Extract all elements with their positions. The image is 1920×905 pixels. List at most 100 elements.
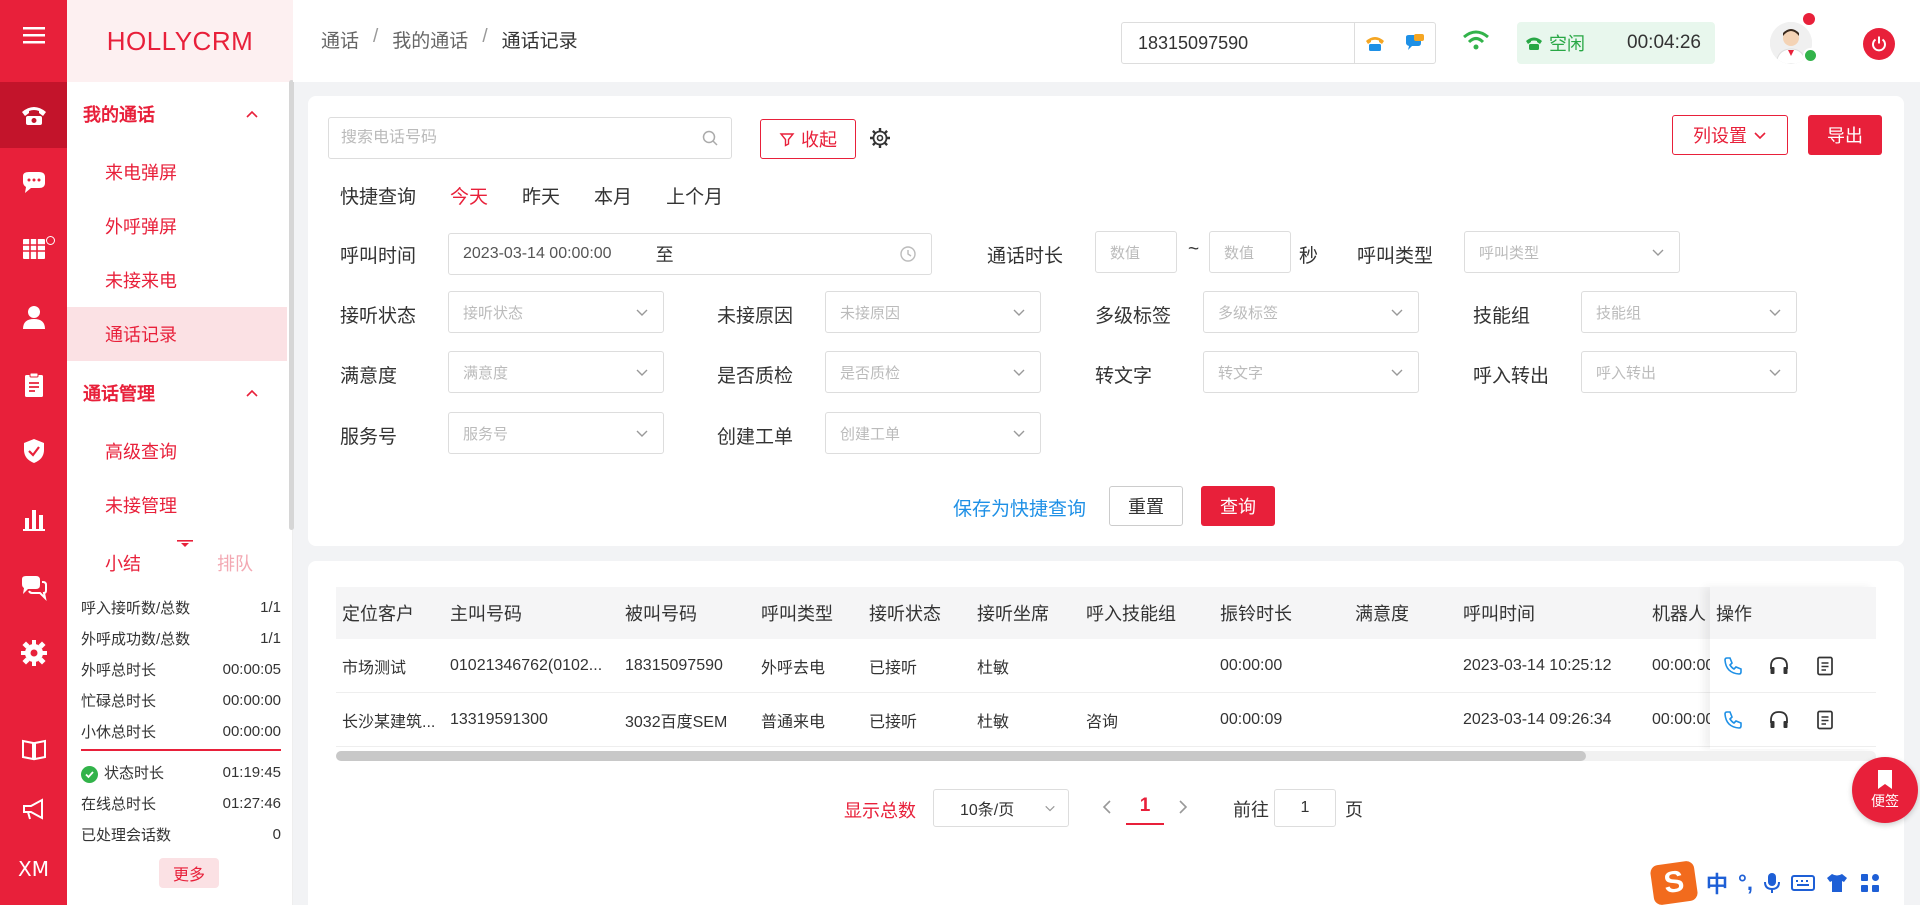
ime-lang-toggle[interactable]: 中 xyxy=(1706,867,1728,899)
rail-grid[interactable] xyxy=(0,216,67,282)
rail-knowledge[interactable] xyxy=(0,716,67,782)
query-button[interactable]: 查询 xyxy=(1201,486,1275,526)
column-header[interactable]: 接听状态 xyxy=(869,587,969,639)
goto-page-input[interactable]: 1 xyxy=(1274,789,1336,827)
microphone-icon[interactable] xyxy=(1763,871,1781,895)
call-back-icon[interactable] xyxy=(1722,709,1744,731)
dial-button[interactable] xyxy=(1355,23,1395,63)
more-button[interactable]: 更多 xyxy=(159,858,219,888)
missed-reason-select[interactable]: 未接原因 xyxy=(825,291,1041,333)
rail-menu[interactable] xyxy=(0,2,67,68)
im-button[interactable] xyxy=(1395,23,1435,63)
rail-tickets[interactable] xyxy=(0,352,67,418)
quick-yesterday[interactable]: 昨天 xyxy=(522,182,560,209)
export-button[interactable]: 导出 xyxy=(1808,115,1882,155)
quick-today[interactable]: 今天 xyxy=(450,182,488,209)
rail-settings[interactable] xyxy=(0,620,67,686)
next-page-icon[interactable] xyxy=(1176,797,1190,817)
column-header[interactable]: 被叫号码 xyxy=(625,587,745,639)
quick-this-month[interactable]: 本月 xyxy=(594,182,632,209)
rail-quality[interactable] xyxy=(0,418,67,484)
sticky-note-button[interactable]: 便签 xyxy=(1852,757,1918,823)
current-page[interactable]: 1 xyxy=(1126,789,1164,825)
satisfaction-select[interactable]: 满意度 xyxy=(448,351,664,393)
gear-icon[interactable] xyxy=(868,126,892,150)
to-text-select[interactable]: 转文字 xyxy=(1203,351,1419,393)
collapse-filter-button[interactable]: 收起 xyxy=(760,119,856,159)
column-header[interactable]: 满意度 xyxy=(1355,587,1455,639)
detail-document-icon[interactable] xyxy=(1814,709,1836,731)
tab-summary[interactable]: 小结 xyxy=(105,550,141,576)
menu-item-call-records[interactable]: 通话记录 xyxy=(67,307,287,361)
column-header[interactable]: 定位客户 xyxy=(342,587,442,639)
menu-item-outbound-popup[interactable]: 外呼弹屏 xyxy=(67,199,287,253)
tags-select[interactable]: 多级标签 xyxy=(1203,291,1419,333)
prev-page-icon[interactable] xyxy=(1100,797,1114,817)
column-settings-button[interactable]: 列设置 xyxy=(1672,115,1788,155)
skill-group-select[interactable]: 技能组 xyxy=(1581,291,1797,333)
headphones-icon[interactable] xyxy=(1768,655,1790,677)
detail-document-icon[interactable] xyxy=(1814,655,1836,677)
chevron-down-icon xyxy=(636,430,648,437)
rail-chat[interactable] xyxy=(0,150,67,216)
breadcrumb-item[interactable]: 我的通话 xyxy=(392,26,468,53)
dial-number-input[interactable]: 18315097590 xyxy=(1122,23,1355,63)
menu-item-advanced-search[interactable]: 高级查询 xyxy=(67,424,287,478)
rail-contacts[interactable] xyxy=(0,284,67,350)
call-back-icon[interactable] xyxy=(1722,655,1744,677)
rail-user-initials[interactable]: XM xyxy=(0,836,67,902)
column-header[interactable]: 主叫号码 xyxy=(450,587,610,639)
duration-min-input[interactable]: 数值 xyxy=(1095,231,1177,273)
call-time-range-picker[interactable]: 2023-03-14 00:00:00 至 xyxy=(448,233,932,275)
service-no-select[interactable]: 服务号 xyxy=(448,412,664,454)
rail-messages[interactable] xyxy=(0,554,67,620)
menu-group-my-calls[interactable]: 我的通话 xyxy=(67,94,287,134)
transfer-select[interactable]: 呼入转出 xyxy=(1581,351,1797,393)
table-row[interactable]: 市场测试 01021346762(0102... 18315097590 外呼去… xyxy=(336,639,1876,693)
column-header[interactable]: 接听坐席 xyxy=(977,587,1077,639)
column-header[interactable]: 呼叫类型 xyxy=(761,587,861,639)
answer-status-select[interactable]: 接听状态 xyxy=(448,291,664,333)
tab-queue[interactable]: 排队 xyxy=(217,550,253,576)
menu-item-missed-management[interactable]: 未接管理 xyxy=(67,478,287,532)
duration-max-input[interactable]: 数值 xyxy=(1209,231,1291,273)
status-phone-icon xyxy=(1526,37,1542,50)
app-logo: HOLLYCRM xyxy=(67,0,293,82)
chevron-down-icon xyxy=(1391,369,1403,376)
column-header[interactable]: 呼叫时间 xyxy=(1463,587,1643,639)
menu-scrollbar[interactable] xyxy=(289,80,294,530)
column-header[interactable]: 振铃时长 xyxy=(1220,587,1330,639)
chevron-down-icon xyxy=(1013,369,1025,376)
headphones-icon[interactable] xyxy=(1768,709,1790,731)
ticket-select[interactable]: 创建工单 xyxy=(825,412,1041,454)
rail-reports[interactable] xyxy=(0,486,67,552)
table-row[interactable]: 长沙某建筑... 13319591300 3032百度SEM 普通来电 已接听 … xyxy=(336,693,1876,747)
ime-logo[interactable]: S xyxy=(1649,859,1699,905)
rail-announce[interactable] xyxy=(0,776,67,842)
keyboard-icon[interactable] xyxy=(1790,873,1815,893)
skin-shirt-icon[interactable] xyxy=(1825,872,1849,894)
agent-status[interactable]: 空闲 00:04:26 xyxy=(1517,22,1715,64)
menu-item-missed-calls[interactable]: 未接来电 xyxy=(67,253,287,307)
search-icon[interactable] xyxy=(701,129,719,147)
breadcrumb-item[interactable]: 通话 xyxy=(321,26,359,53)
ime-punctuation[interactable]: °, xyxy=(1738,870,1753,896)
toolbox-grid-icon[interactable] xyxy=(1859,872,1881,894)
horizontal-scrollbar[interactable] xyxy=(336,751,1876,761)
page-size-select[interactable]: 10条/页 xyxy=(933,789,1069,827)
scrollbar-thumb[interactable] xyxy=(336,751,1586,761)
reset-button[interactable]: 重置 xyxy=(1109,486,1183,526)
menu-group-call-management[interactable]: 通话管理 xyxy=(67,373,287,413)
quick-last-month[interactable]: 上个月 xyxy=(666,182,723,209)
ime-toolbar: S 中 °, xyxy=(1649,859,1920,905)
logout-button[interactable] xyxy=(1863,28,1895,60)
column-header[interactable]: 呼入技能组 xyxy=(1086,587,1206,639)
rail-calls[interactable] xyxy=(0,82,67,148)
online-indicator xyxy=(1803,48,1818,63)
search-input[interactable] xyxy=(341,129,701,147)
ops-header: 操作 xyxy=(1710,587,1876,639)
call-type-select[interactable]: 呼叫类型 xyxy=(1464,231,1680,273)
menu-item-incoming-popup[interactable]: 来电弹屏 xyxy=(67,145,287,199)
qc-select[interactable]: 是否质检 xyxy=(825,351,1041,393)
save-quick-query-link[interactable]: 保存为快捷查询 xyxy=(953,494,1086,521)
